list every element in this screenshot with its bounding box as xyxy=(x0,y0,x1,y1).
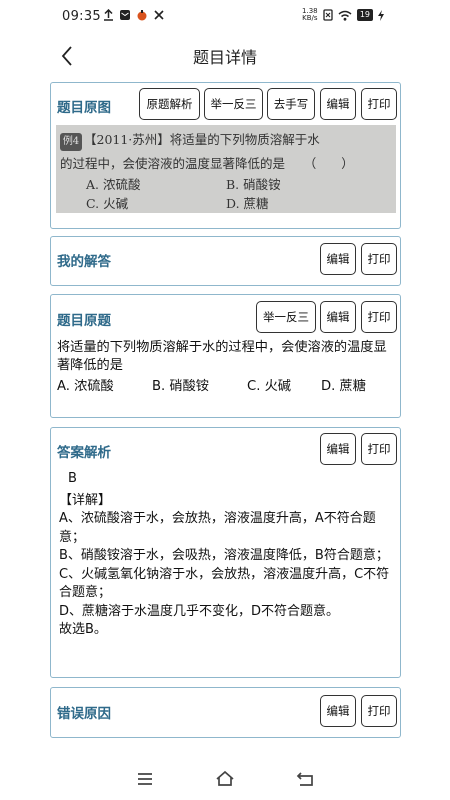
card-title: 我的解答 xyxy=(57,254,111,270)
menu-icon xyxy=(138,773,152,785)
edit-button[interactable]: 编辑 xyxy=(320,243,356,275)
photo-option: A. 浓硫酸 xyxy=(86,177,141,192)
page-title: 题目详情 xyxy=(192,48,257,67)
detail-heading: 【详解】 xyxy=(59,492,112,508)
battery-icon: 19 xyxy=(356,9,373,21)
status-left-icons xyxy=(103,9,165,21)
my-answer-card: 我的解答 编辑 打印 xyxy=(50,236,401,286)
system-nav-bar xyxy=(0,760,450,800)
edit-button[interactable]: 编辑 xyxy=(320,433,356,465)
detail-line: B、硝酸铵溶于水，会吸热，溶液温度降低，B符合题意； xyxy=(59,548,389,563)
tools-icon xyxy=(154,10,164,20)
option-c: C. 火碱 xyxy=(247,379,291,394)
question-text: 将适量的下列物质溶解于水的过程中，会使溶液的温度显著降低的是 xyxy=(57,340,387,373)
original-image-card: 题目原图 原题解析 举一反三 去手写 编辑 打印 例4 【2011·苏州】将适量的… xyxy=(50,82,401,229)
question-card: 题目原题 举一反三 编辑 打印 将适量的下列物质溶解于水的过程中，会使溶液的温度… xyxy=(50,294,401,418)
edit-button[interactable]: 编辑 xyxy=(320,301,356,333)
print-button[interactable]: 打印 xyxy=(361,433,397,465)
similar-button[interactable]: 举一反三 xyxy=(256,301,316,333)
photo-text-line: 【2011·苏州】将适量的下列物质溶解于水 xyxy=(84,132,320,147)
print-button[interactable]: 打印 xyxy=(361,695,397,727)
card-title: 题目原题 xyxy=(57,313,111,329)
card-title: 错误原因 xyxy=(57,706,111,722)
app-icon xyxy=(137,10,147,21)
photo-option: D. 蔗糖 xyxy=(226,196,269,211)
edit-button[interactable]: 编辑 xyxy=(320,695,356,727)
analysis-button[interactable]: 原题解析 xyxy=(139,88,200,120)
mail-icon xyxy=(120,10,130,20)
status-bar: 09:35 1.38 KB/s 19 xyxy=(0,0,450,32)
edit-button[interactable]: 编辑 xyxy=(320,88,356,120)
remove-handwriting-button[interactable]: 去手写 xyxy=(267,88,315,120)
detail-line: A、浓硫酸溶于水，会放热，溶液温度升高，A不符合题意； xyxy=(59,511,376,545)
error-reason-card: 错误原因 编辑 打印 xyxy=(50,687,401,738)
answer-card: 答案解析 编辑 打印 B 【详解】 A、浓硫酸溶于水，会放热，溶液温度升高，A不… xyxy=(50,427,401,678)
back-nav-icon xyxy=(296,772,313,786)
wifi-icon xyxy=(338,10,352,21)
similar-button[interactable]: 举一反三 xyxy=(204,88,263,120)
photo-text-line: 的过程中，会使溶液的温度显著降低的是 （ ） xyxy=(60,156,354,171)
detail-line: D、蔗糖溶于水温度几乎不变化，D不符合题意。 xyxy=(59,603,340,619)
option-a: A. 浓硫酸 xyxy=(57,379,114,394)
card-title: 题目原图 xyxy=(57,100,111,116)
back-nav-button[interactable] xyxy=(293,768,317,790)
status-right: 1.38 KB/s 19 xyxy=(302,8,384,22)
print-button[interactable]: 打印 xyxy=(361,301,397,333)
option-b: B. 硝酸铵 xyxy=(152,379,209,394)
home-nav-button[interactable] xyxy=(213,768,237,790)
sim-icon xyxy=(323,9,333,21)
question-photo[interactable]: 例4 【2011·苏州】将适量的下列物质溶解于水 的过程中，会使溶液的温度显著降低… xyxy=(56,125,396,213)
photo-option: C. 火碱 xyxy=(86,196,129,211)
print-button[interactable]: 打印 xyxy=(361,243,397,275)
header: 题目详情 xyxy=(0,38,450,74)
menu-nav-button[interactable] xyxy=(133,768,157,790)
detail-line: 故选B。 xyxy=(59,622,107,637)
upload-icon xyxy=(104,9,113,21)
charging-icon xyxy=(378,9,384,21)
home-icon xyxy=(216,770,234,786)
answer-content: B 【详解】 A、浓硫酸溶于水，会放热，溶液温度升高，A不符合题意； B、硝酸铵… xyxy=(59,470,399,640)
net-speed: 1.38 KB/s xyxy=(302,7,318,22)
option-d: D. 蔗糖 xyxy=(321,379,366,394)
photo-option: B. 硝酸铵 xyxy=(226,177,281,192)
detail-line: C、火碱氢氧化钠溶于水，会放热，溶液温度升高，C不符合题意； xyxy=(59,566,390,601)
card-title: 答案解析 xyxy=(57,445,111,461)
photo-badge: 例4 xyxy=(60,133,82,151)
print-button[interactable]: 打印 xyxy=(361,88,397,120)
status-time: 09:35 xyxy=(62,9,101,24)
answer-value: B xyxy=(68,471,77,486)
